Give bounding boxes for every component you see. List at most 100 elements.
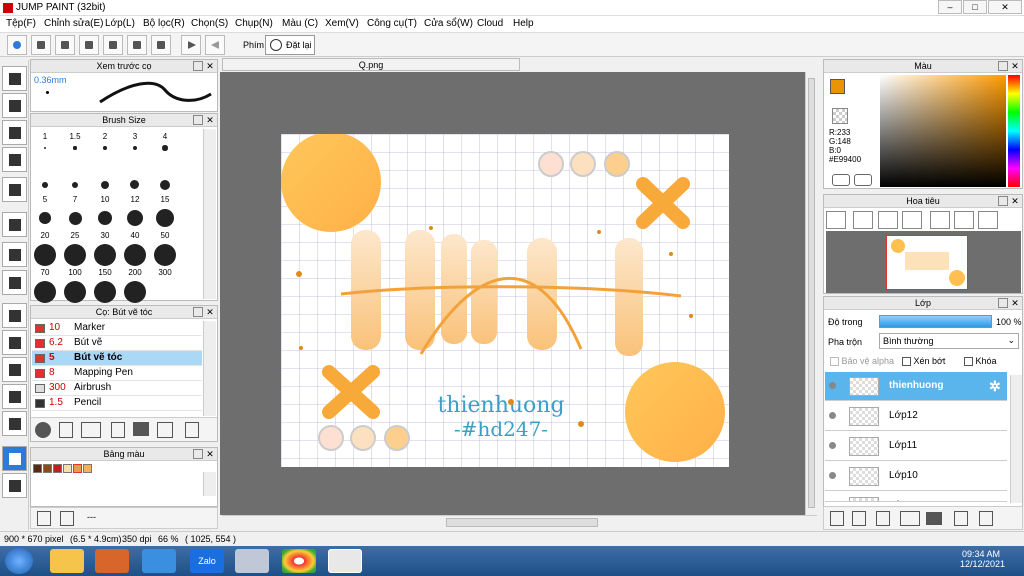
check-icon[interactable] [7, 35, 27, 55]
list-icon[interactable] [127, 35, 147, 55]
gear-icon[interactable]: ✲ [989, 378, 1001, 395]
close-panel-icon[interactable]: ✕ [1010, 298, 1020, 308]
navigator-preview[interactable] [826, 231, 1021, 293]
brush-size-dot[interactable] [39, 212, 51, 224]
brush-tool[interactable] [2, 66, 27, 91]
menu-window[interactable]: Cửa sổ(W) [424, 18, 473, 29]
layer-row[interactable]: Lớp10 [825, 462, 1007, 491]
maximize-panel-icon[interactable] [193, 61, 203, 71]
layer-row[interactable]: Lớp11 [825, 432, 1007, 461]
brush-size-dot[interactable] [124, 281, 146, 303]
rotate-left-icon[interactable] [930, 211, 950, 229]
menu-filter[interactable]: Bộ lọc(R) [143, 18, 185, 29]
transparent-color-swatch[interactable] [832, 108, 848, 124]
close-panel-icon[interactable]: ✕ [1010, 196, 1020, 206]
lasso-tool[interactable] [2, 330, 27, 355]
layer-folder-icon[interactable] [926, 512, 942, 525]
maximize-panel-icon[interactable] [193, 449, 203, 459]
brush-size-dot[interactable] [34, 281, 56, 303]
canvas-area[interactable]: thienhuong -#hd247- [220, 72, 805, 515]
zoom-out-icon[interactable] [902, 211, 922, 229]
color-option-icon[interactable] [832, 174, 850, 186]
layer-row[interactable]: Lớp9 [825, 492, 1007, 502]
rotate-right-icon[interactable] [978, 211, 998, 229]
maximize-button[interactable]: □ [963, 0, 987, 14]
palette-swatch[interactable] [63, 464, 72, 473]
redo-icon[interactable] [205, 35, 225, 55]
horizontal-scroll-thumb[interactable] [446, 518, 598, 527]
palette-swatch[interactable] [83, 464, 92, 473]
layer-scrollbar[interactable] [1010, 375, 1022, 503]
system-tray-icons[interactable] [790, 555, 950, 567]
color-picker-square[interactable] [880, 75, 1006, 187]
eraser-tool[interactable] [2, 93, 27, 118]
eye-icon[interactable] [829, 382, 836, 389]
palette-swatch[interactable] [43, 464, 52, 473]
brush-size-dot[interactable] [155, 208, 175, 228]
menu-edit[interactable]: Chỉnh sửa(E) [44, 18, 104, 29]
protect-alpha-checkbox[interactable]: Bảo vệ alpha [830, 356, 894, 367]
palette-swatch[interactable] [33, 464, 42, 473]
zalo-icon[interactable]: Zalo [190, 549, 224, 573]
brush-size-dot[interactable] [42, 182, 48, 188]
snipping-tool-icon[interactable] [235, 549, 269, 573]
eye-icon[interactable] [829, 442, 836, 449]
brush-menu-icon[interactable] [81, 422, 101, 438]
media-player-icon[interactable] [95, 549, 129, 573]
menu-select[interactable]: Chọn(S) [191, 18, 228, 29]
brush-size-dot[interactable] [94, 244, 116, 266]
brush-size-dot[interactable] [103, 146, 107, 150]
brush-list-scrollbar[interactable] [203, 321, 216, 416]
new-vector-layer-icon[interactable] [876, 511, 890, 526]
palette-swatch[interactable] [73, 464, 82, 473]
line-tool[interactable] [2, 147, 27, 172]
brush-size-dot[interactable] [97, 210, 113, 226]
comment-icon[interactable] [55, 35, 75, 55]
close-panel-icon[interactable]: ✕ [205, 61, 215, 71]
brush-size-dot[interactable] [126, 209, 144, 227]
brush-item[interactable]: 10 Marker [32, 321, 202, 336]
new-layer-icon[interactable] [830, 511, 844, 526]
grid-icon[interactable] [151, 35, 171, 55]
minimize-button[interactable]: – [938, 0, 962, 14]
blend-mode-select[interactable]: Bình thường ⌄ [879, 333, 1019, 349]
bucket-tool[interactable] [2, 242, 27, 267]
document-tab[interactable]: Q.png [222, 58, 520, 71]
navigator-viewport[interactable] [886, 235, 968, 290]
close-panel-icon[interactable]: ✕ [205, 449, 215, 459]
close-panel-icon[interactable]: ✕ [1010, 61, 1020, 71]
eye-icon[interactable] [829, 412, 836, 419]
menu-layer[interactable]: Lớp(L) [105, 18, 135, 29]
brush-size-dot[interactable] [124, 244, 146, 266]
brush-item[interactable]: 6.2 Bút vẽ [32, 336, 202, 351]
duplicate-layer-icon[interactable] [954, 511, 968, 526]
brush-size-dot[interactable] [71, 181, 79, 189]
delete-brush-icon[interactable] [185, 422, 199, 438]
maximize-panel-icon[interactable] [998, 196, 1008, 206]
zoom-in-step-icon[interactable] [853, 211, 873, 229]
operation-tool[interactable] [2, 473, 27, 498]
file-explorer-icon[interactable] [50, 549, 84, 573]
brush-size-scrollbar[interactable] [203, 129, 216, 299]
brush-size-dot[interactable] [154, 244, 176, 266]
menu-color[interactable]: Màu (C) [282, 18, 318, 29]
layer-row[interactable]: thienhuong ✲ [825, 372, 1007, 401]
select-eraser-tool[interactable] [2, 411, 27, 436]
canvas-vertical-scrollbar[interactable] [805, 72, 817, 515]
message-icon[interactable] [79, 35, 99, 55]
brush-settings-icon[interactable] [35, 422, 51, 438]
select-rect-tool[interactable] [2, 303, 27, 328]
menu-help[interactable]: Help [513, 18, 534, 29]
menu-view[interactable]: Xem(V) [325, 18, 359, 29]
move-tool[interactable] [2, 177, 27, 202]
layer-row[interactable]: Lớp12 [825, 402, 1007, 431]
menu-capture[interactable]: Chụp(N) [235, 18, 273, 29]
delete-palette-icon[interactable] [60, 511, 74, 526]
color-mode-icon[interactable] [854, 174, 872, 186]
new-palette-icon[interactable] [37, 511, 51, 526]
maximize-panel-icon[interactable] [193, 115, 203, 125]
maximize-panel-icon[interactable] [998, 61, 1008, 71]
reset-button[interactable]: Đặt lại [265, 35, 315, 55]
merge-layer-icon[interactable] [979, 511, 993, 526]
brush-size-dot[interactable] [68, 211, 82, 225]
